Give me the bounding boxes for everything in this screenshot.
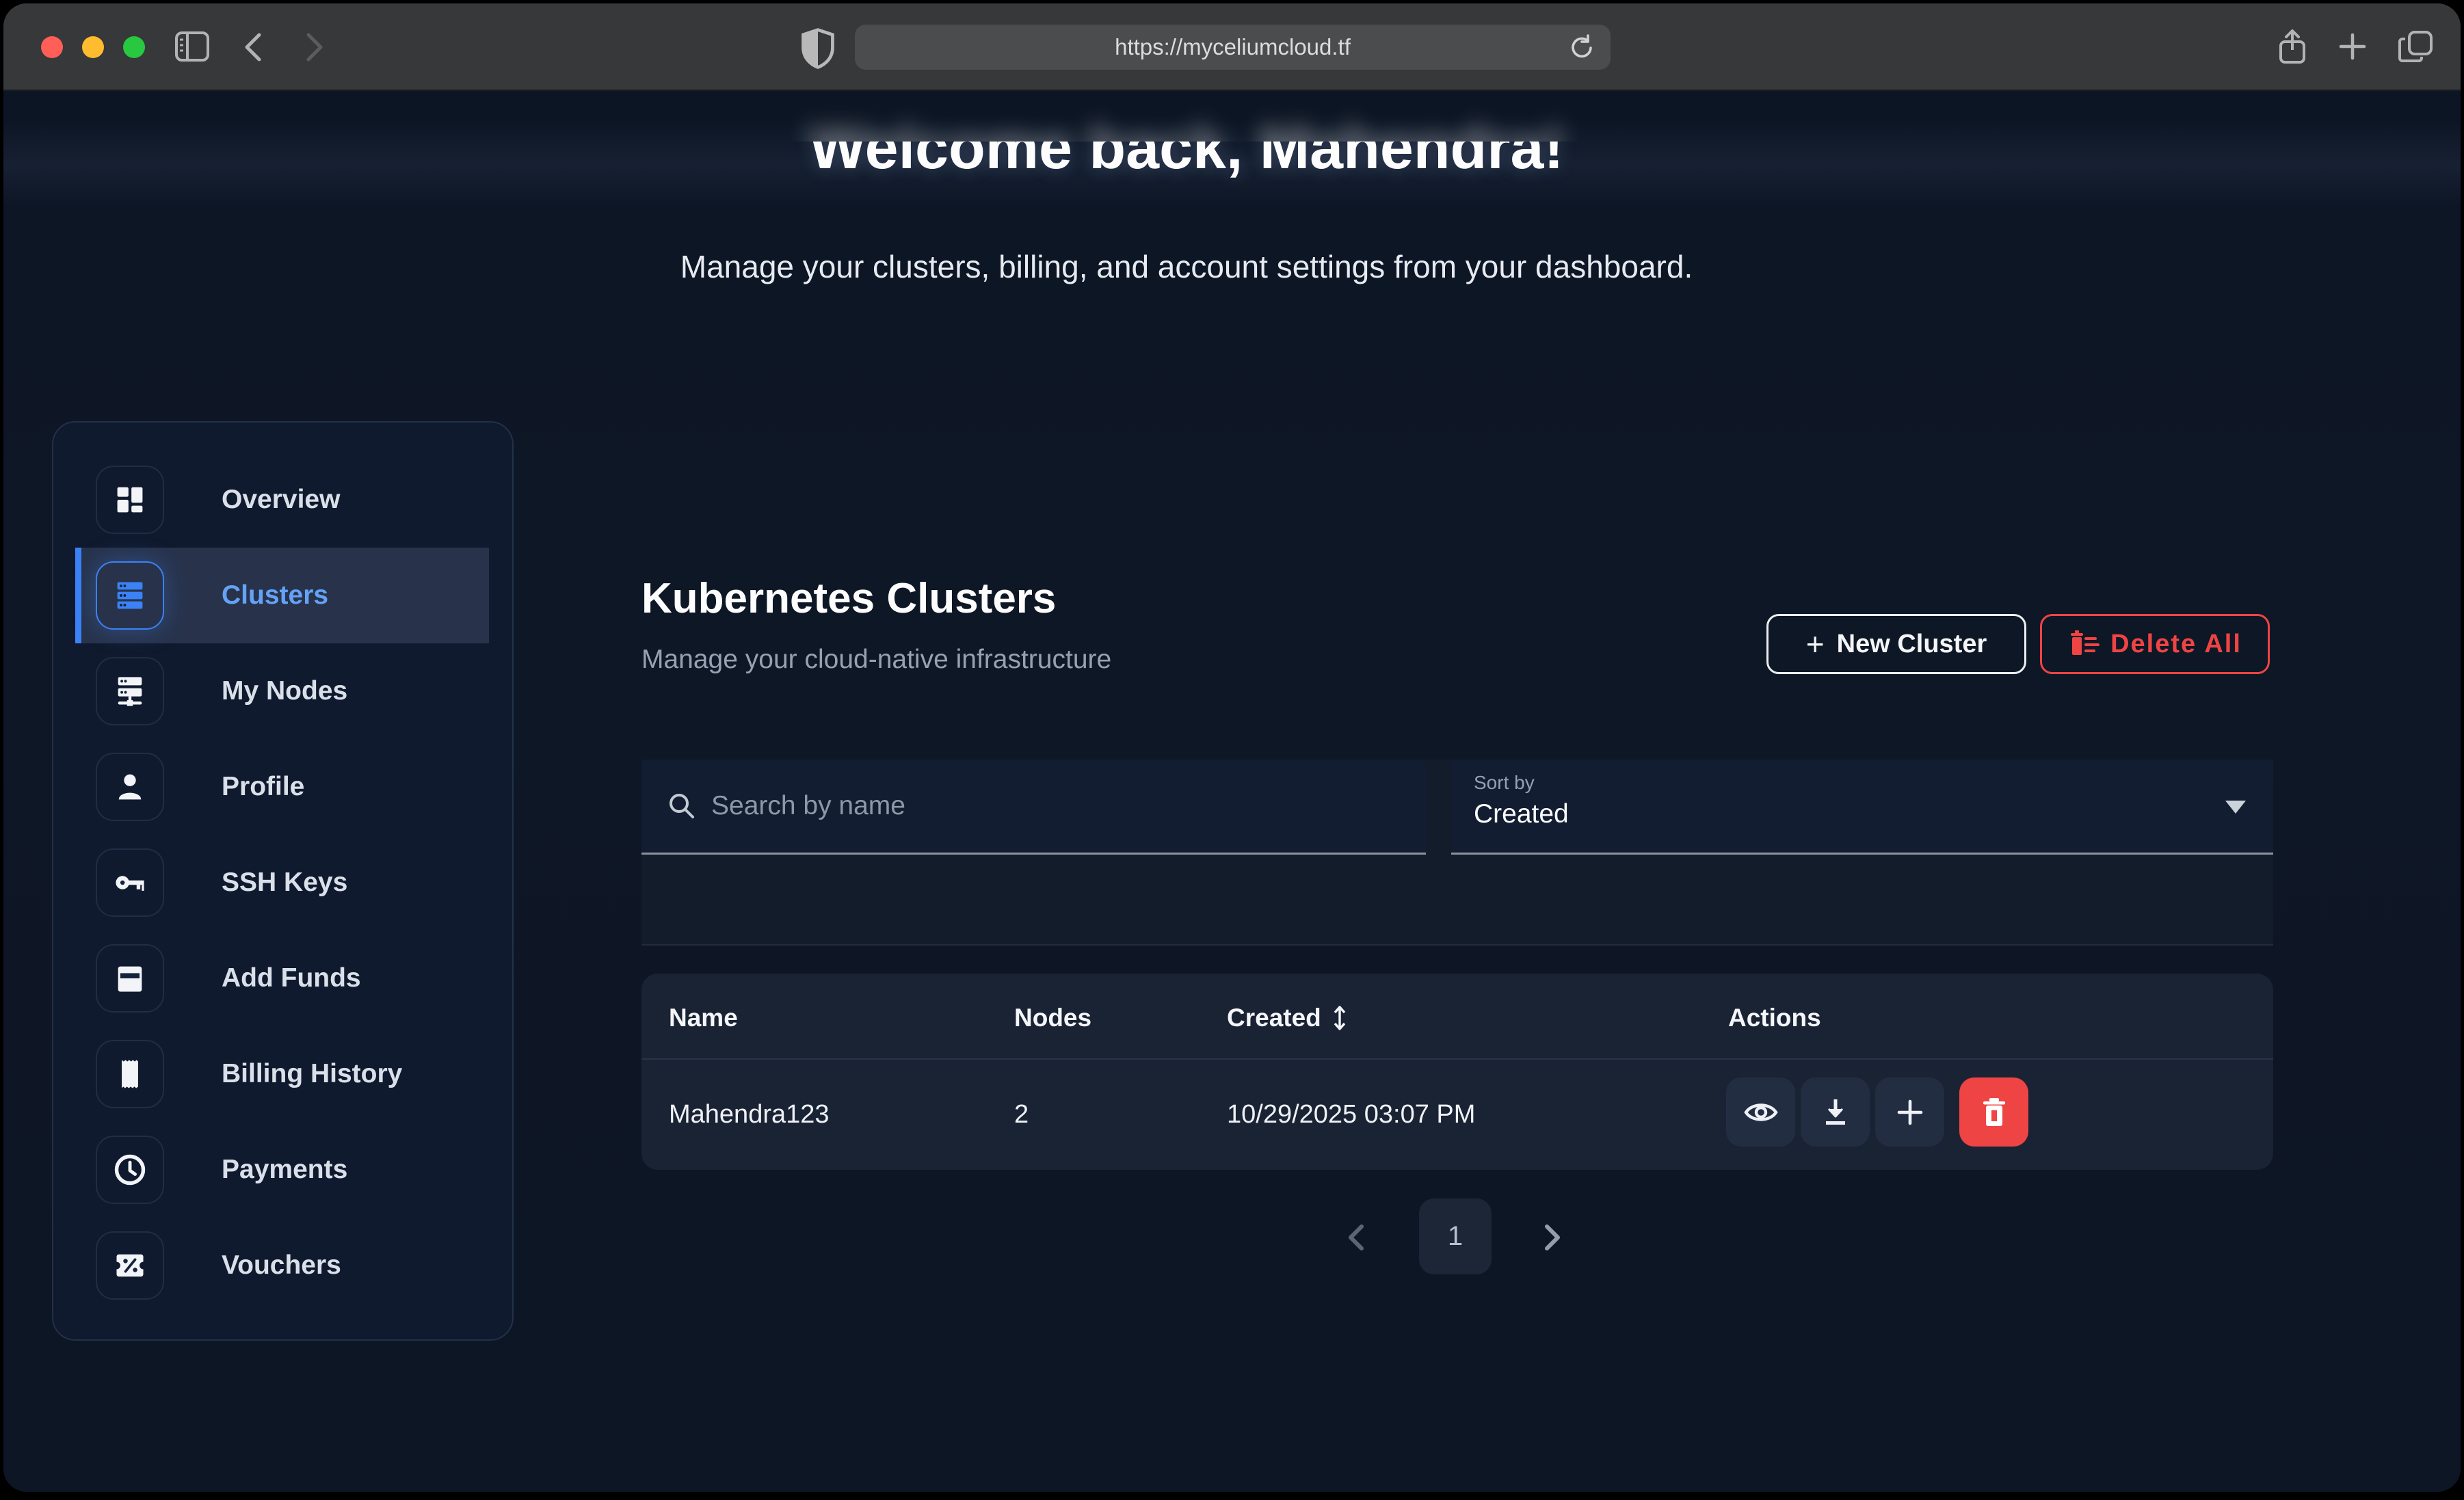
page-number-button[interactable]: 1 — [1419, 1198, 1492, 1274]
cluster-name-cell: Mahendra123 — [669, 1100, 830, 1129]
sidebar-item-billing-history[interactable]: Billing History — [53, 1026, 512, 1122]
wallet-icon — [96, 944, 164, 1013]
dashboard-page: Welcome back, Mahendra! Welcome back, Ma… — [3, 92, 2461, 1492]
clusters-icon — [96, 561, 164, 630]
traffic-light-zoom[interactable] — [123, 36, 145, 58]
column-header-nodes: Nodes — [1014, 1004, 1091, 1032]
sidebar-item-payments[interactable]: Payments — [53, 1122, 512, 1218]
back-icon[interactable] — [241, 32, 265, 62]
sidebar: Overview Clusters My Nodes Profile — [52, 421, 514, 1341]
sidebar-item-label: Overview — [222, 485, 340, 515]
clock-icon — [96, 1136, 164, 1204]
refresh-icon[interactable] — [1568, 34, 1595, 62]
sidebar-item-vouchers[interactable]: Vouchers — [53, 1218, 512, 1313]
cluster-nodes-cell: 2 — [1014, 1100, 1029, 1129]
key-icon — [96, 848, 164, 917]
search-input[interactable] — [711, 791, 1327, 821]
browser-window: Welcome back, Mahendra! Welcome back, Ma… — [3, 3, 2461, 1492]
nodes-icon — [96, 657, 164, 725]
dashboard-icon — [96, 466, 164, 534]
profile-icon — [96, 753, 164, 821]
plus-icon: + — [1806, 626, 1825, 662]
add-node-button[interactable] — [1875, 1077, 1944, 1147]
welcome-title: Welcome back, Mahendra! — [468, 142, 1905, 183]
url-input[interactable] — [931, 34, 1535, 60]
column-header-created[interactable]: Created — [1227, 1004, 1349, 1032]
sidebar-item-clusters[interactable]: Clusters — [75, 548, 489, 643]
sidebar-item-label: Add Funds — [222, 963, 361, 993]
sidebar-item-label: Billing History — [222, 1059, 402, 1089]
receipt-icon — [96, 1040, 164, 1108]
column-header-name: Name — [669, 1004, 738, 1032]
forward-icon[interactable] — [303, 32, 326, 62]
sidebar-item-label: My Nodes — [222, 676, 347, 706]
sidebar-item-add-funds[interactable]: Add Funds — [53, 930, 512, 1026]
sidebar-item-label: Clusters — [222, 580, 328, 611]
new-cluster-button[interactable]: + New Cluster — [1766, 614, 2026, 674]
chevron-down-icon — [2225, 801, 2246, 814]
clusters-table: Name Nodes Created Actions Mahendra123 2… — [641, 974, 2273, 1170]
sort-value: Created — [1474, 799, 1569, 829]
search-icon — [666, 790, 698, 822]
traffic-light-close[interactable] — [41, 36, 63, 58]
download-icon — [1820, 1097, 1851, 1128]
clusters-title: Kubernetes Clusters — [641, 574, 1056, 623]
next-page-icon[interactable] — [1541, 1222, 1564, 1253]
sidebar-item-my-nodes[interactable]: My Nodes — [53, 643, 512, 739]
previous-page-icon[interactable] — [1344, 1222, 1368, 1253]
clusters-subtitle: Manage your cloud-native infrastructure — [641, 645, 1111, 675]
privacy-shield-icon[interactable] — [798, 27, 838, 70]
sort-select[interactable]: Sort by Created — [1451, 760, 2273, 855]
sidebar-item-label: Profile — [222, 772, 304, 802]
download-kubeconfig-button[interactable] — [1801, 1077, 1870, 1147]
sidebar-item-profile[interactable]: Profile — [53, 739, 512, 835]
sidebar-toggle-icon[interactable] — [174, 31, 210, 62]
sidebar-item-label: Vouchers — [222, 1250, 341, 1281]
new-tab-icon[interactable] — [2337, 31, 2368, 62]
plus-icon — [1895, 1097, 1925, 1127]
search-field[interactable] — [641, 760, 1426, 855]
table-divider — [641, 1058, 2273, 1060]
sidebar-item-label: SSH Keys — [222, 868, 347, 898]
browser-toolbar — [3, 3, 2461, 91]
share-icon[interactable] — [2275, 28, 2309, 66]
eye-icon — [1743, 1099, 1779, 1126]
sidebar-item-label: Payments — [222, 1155, 347, 1185]
pagination: 1 — [641, 1198, 2273, 1287]
traffic-light-minimize[interactable] — [82, 36, 104, 58]
cluster-created-cell: 10/29/2025 03:07 PM — [1227, 1100, 1475, 1129]
address-bar[interactable] — [855, 25, 1611, 70]
voucher-icon — [96, 1231, 164, 1300]
trash-icon — [1980, 1097, 2009, 1128]
delete-cluster-button[interactable] — [1959, 1077, 2028, 1147]
delete-all-button[interactable]: Delete All — [2040, 614, 2270, 674]
active-indicator-bar — [75, 548, 81, 643]
view-cluster-button[interactable] — [1726, 1077, 1795, 1147]
welcome-title-ghost: Welcome back, Mahendra! — [468, 92, 1905, 142]
column-header-actions: Actions — [1728, 1004, 1821, 1032]
sidebar-item-ssh-keys[interactable]: SSH Keys — [53, 835, 512, 930]
welcome-title-wrap: Welcome back, Mahendra! — [468, 142, 1905, 217]
sort-label: Sort by — [1474, 772, 1535, 794]
delete-sweep-icon — [2068, 629, 2099, 659]
welcome-subtitle: Manage your clusters, billing, and accou… — [468, 248, 1905, 285]
tab-overview-icon[interactable] — [2398, 29, 2434, 64]
sidebar-item-overview[interactable]: Overview — [53, 452, 512, 548]
sort-updown-icon — [1331, 1005, 1349, 1031]
